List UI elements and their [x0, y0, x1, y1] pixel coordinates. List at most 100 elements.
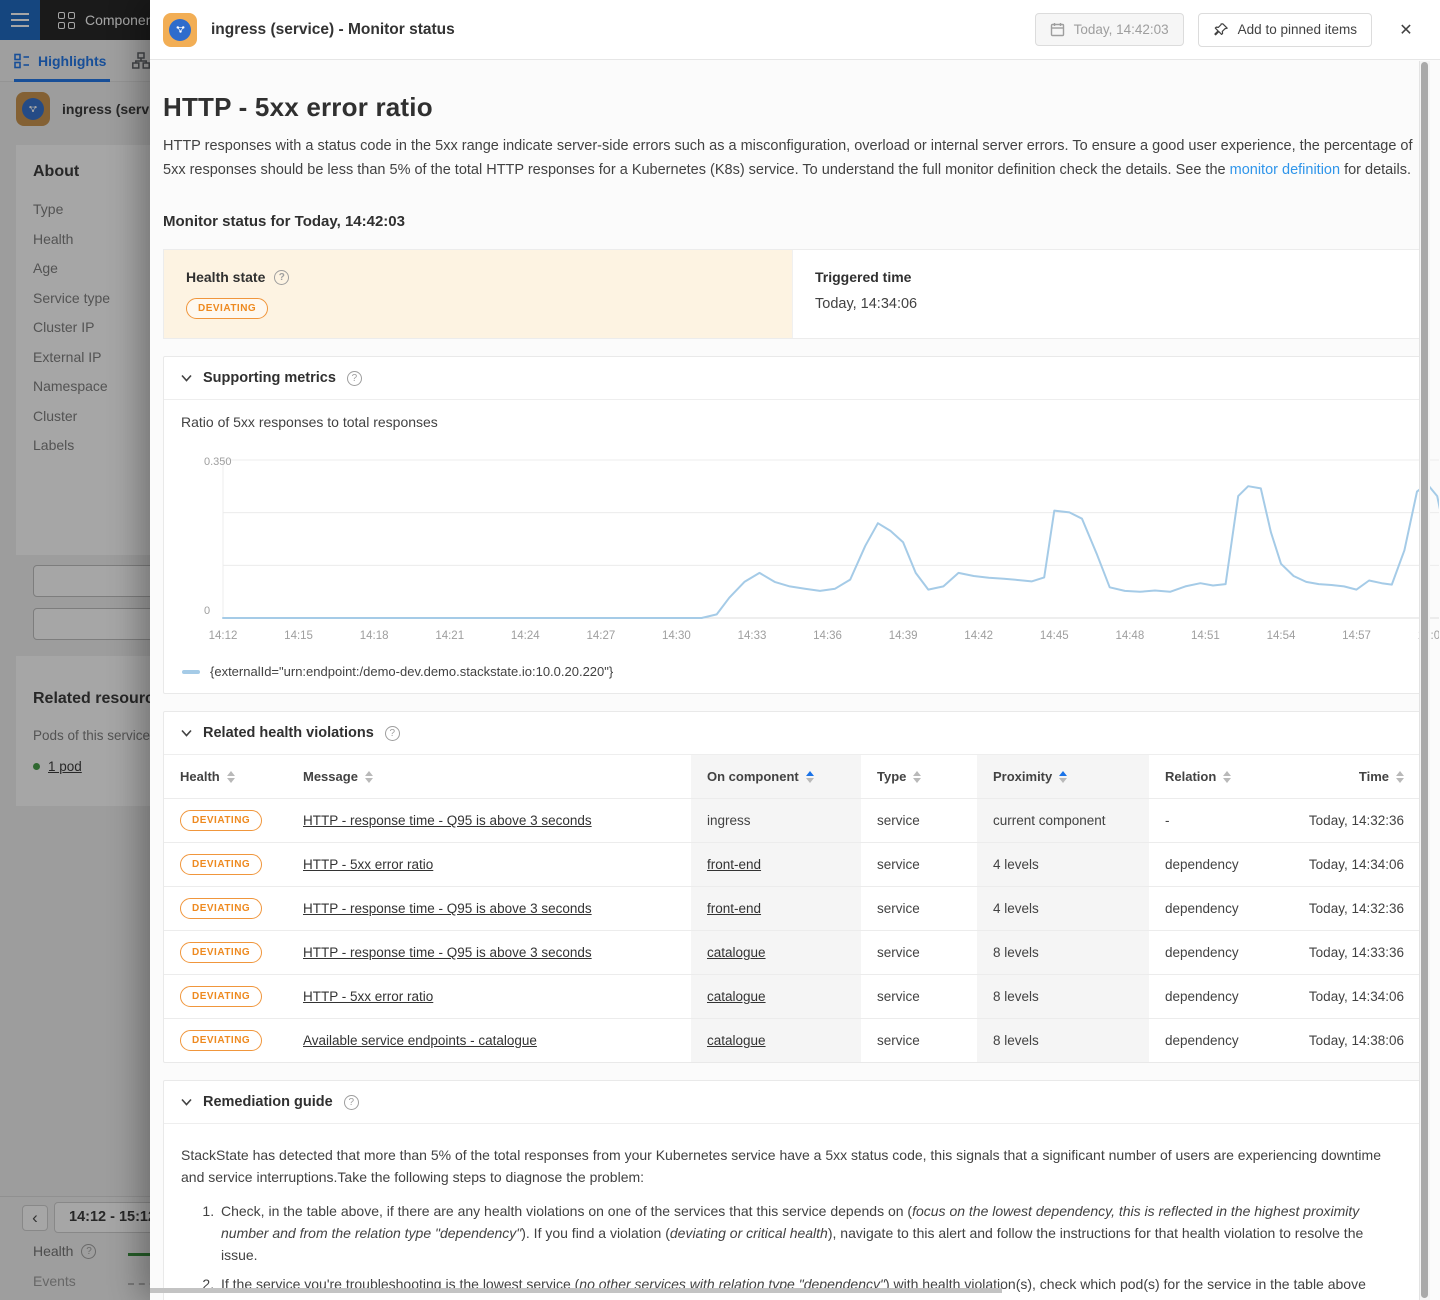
legend-series-label: {externalId="urn:endpoint:/demo-dev.demo…: [210, 664, 613, 679]
svg-text:0.350: 0.350: [204, 456, 232, 468]
supporting-metrics-section: Supporting metrics Ratio of 5xx response…: [163, 356, 1421, 694]
column-header-on-component[interactable]: On component: [691, 755, 861, 798]
chart-title: Ratio of 5xx responses to total response…: [181, 414, 1420, 430]
violation-time: Today, 14:34:06: [1309, 857, 1404, 872]
description-text: HTTP responses with a status code in the…: [163, 138, 1413, 178]
remediation-guide-help-icon[interactable]: [344, 1095, 359, 1110]
health-state-help-icon[interactable]: [274, 270, 289, 285]
supporting-metrics-help-icon[interactable]: [347, 371, 362, 386]
horizontal-scrollbar-thumb[interactable]: [150, 1288, 1002, 1293]
violation-message-link[interactable]: Available service endpoints - catalogue: [303, 1033, 537, 1048]
ingress-service-icon: [163, 13, 197, 47]
table-header-row: Health Message On component Type Proximity Re…: [164, 755, 1420, 798]
supporting-metrics-header[interactable]: Supporting metrics: [164, 357, 1420, 400]
remediation-intro: StackState has detected that more than 5…: [181, 1144, 1396, 1188]
svg-text:14:48: 14:48: [1115, 630, 1144, 642]
violation-message-link[interactable]: HTTP - response time - Q95 is above 3 se…: [303, 945, 592, 960]
sort-arrows-icon[interactable]: [365, 771, 373, 783]
health-state-badge: DEVIATING: [180, 986, 262, 1007]
component-link[interactable]: front-end: [707, 901, 761, 916]
column-header-label: Proximity: [993, 769, 1052, 784]
violation-message-link[interactable]: HTTP - response time - Q95 is above 3 se…: [303, 813, 592, 828]
svg-text:14:36: 14:36: [813, 630, 842, 642]
remediation-step: Check, in the table above, if there are …: [218, 1200, 1396, 1266]
remediation-body: StackState has detected that more than 5…: [164, 1124, 1420, 1300]
component-type: service: [877, 813, 920, 828]
column-header-label: On component: [707, 769, 799, 784]
proximity-value: 8 levels: [993, 989, 1039, 1004]
component-link[interactable]: front-end: [707, 857, 761, 872]
proximity-value: 8 levels: [993, 1033, 1039, 1048]
violation-message-link[interactable]: HTTP - response time - Q95 is above 3 se…: [303, 901, 592, 916]
health-state-badge: DEVIATING: [186, 298, 268, 319]
column-header-health[interactable]: Health: [164, 755, 287, 798]
violation-table-row: DEVIATINGHTTP - 5xx error ratiofront-end…: [164, 842, 1420, 886]
monitor-definition-link[interactable]: monitor definition: [1230, 162, 1340, 178]
column-header-type[interactable]: Type: [861, 755, 977, 798]
line-chart[interactable]: 14:1214:1514:1814:2114:2414:2714:3014:33…: [181, 440, 1420, 652]
chart-canvas: 14:1214:1514:1814:2114:2414:2714:3014:33…: [181, 440, 1439, 652]
date-picker-button[interactable]: Today, 14:42:03: [1035, 13, 1184, 46]
svg-text:14:54: 14:54: [1267, 630, 1296, 642]
violation-message-link[interactable]: HTTP - 5xx error ratio: [303, 857, 433, 872]
column-header-label: Relation: [1165, 769, 1216, 784]
column-header-message[interactable]: Message: [287, 755, 691, 798]
health-state-label: Health state: [186, 269, 265, 285]
date-picker-label: Today, 14:42:03: [1074, 22, 1169, 37]
component-type: service: [877, 945, 920, 960]
remediation-guide-title: Remediation guide: [203, 1094, 333, 1110]
column-header-label: Health: [180, 769, 220, 784]
sort-arrows-icon[interactable]: [913, 771, 921, 783]
proximity-value: 4 levels: [993, 857, 1039, 872]
relation-value: dependency: [1165, 901, 1239, 916]
metrics-body: Ratio of 5xx responses to total response…: [164, 400, 1420, 693]
description-suffix: for details.: [1340, 162, 1411, 178]
related-health-violations-section: Related health violations Health Message O…: [163, 711, 1421, 1063]
svg-text:14:12: 14:12: [209, 630, 238, 642]
remediation-steps: Check, in the table above, if there are …: [181, 1200, 1396, 1300]
monitor-status-modal: ingress (service) - Monitor status Today…: [150, 0, 1440, 1300]
chevron-down-icon: [181, 1098, 192, 1106]
health-state-card: Health state DEVIATING: [164, 250, 792, 338]
violation-table-row: DEVIATING HTTP - response time - Q95 is a…: [164, 886, 1420, 930]
violation-table-row: DEVIATING HTTP - response time - Q95 is a…: [164, 930, 1420, 974]
health-state-badge: DEVIATING: [180, 942, 262, 963]
violation-table-row: DEVIATINGAvailable service endpoints - c…: [164, 1018, 1420, 1062]
remediation-guide-header[interactable]: Remediation guide: [164, 1081, 1420, 1124]
component-link[interactable]: catalogue: [707, 945, 766, 960]
supporting-metrics-title: Supporting metrics: [203, 370, 336, 386]
violation-table-row: DEVIATINGHTTP - response time - Q95 is a…: [164, 798, 1420, 842]
sort-arrows-icon[interactable]: [1059, 771, 1067, 783]
violation-time: Today, 14:33:36: [1309, 945, 1404, 960]
triggered-time-card: Triggered time Today, 14:34:06: [792, 250, 1420, 338]
violation-time: Today, 14:34:06: [1309, 989, 1404, 1004]
component-link[interactable]: catalogue: [707, 1033, 766, 1048]
sort-arrows-icon[interactable]: [227, 771, 235, 783]
related-health-violations-help-icon[interactable]: [385, 726, 400, 741]
related-health-violations-header[interactable]: Related health violations: [164, 712, 1420, 755]
remediation-guide-section: Remediation guide StackState has detecte…: [163, 1080, 1421, 1300]
violation-time: Today, 14:32:36: [1309, 901, 1404, 916]
component-type: service: [877, 901, 920, 916]
svg-text:14:57: 14:57: [1342, 630, 1371, 642]
sort-arrows-icon[interactable]: [1223, 771, 1231, 783]
component-type: service: [877, 1033, 920, 1048]
add-to-pinned-button[interactable]: Add to pinned items: [1198, 13, 1372, 47]
column-header-relation[interactable]: Relation: [1149, 755, 1283, 798]
component-name: ingress: [707, 813, 751, 828]
legend-series-swatch: [182, 670, 200, 674]
sort-arrows-icon[interactable]: [806, 771, 814, 783]
column-header-time[interactable]: Time: [1283, 755, 1420, 798]
svg-text:14:39: 14:39: [889, 630, 918, 642]
health-state-badge: DEVIATING: [180, 898, 262, 919]
column-header-label: Time: [1359, 769, 1389, 784]
violation-message-link[interactable]: HTTP - 5xx error ratio: [303, 989, 433, 1004]
sort-arrows-icon[interactable]: [1396, 771, 1404, 783]
modal-body: HTTP - 5xx error ratio HTTP responses wi…: [150, 60, 1440, 1300]
svg-text:14:45: 14:45: [1040, 630, 1069, 642]
page-title: HTTP - 5xx error ratio: [163, 92, 1421, 123]
vertical-scrollbar-thumb[interactable]: [1421, 62, 1428, 1298]
close-icon[interactable]: [1394, 20, 1418, 40]
column-header-proximity[interactable]: Proximity: [977, 755, 1149, 798]
component-link[interactable]: catalogue: [707, 989, 766, 1004]
